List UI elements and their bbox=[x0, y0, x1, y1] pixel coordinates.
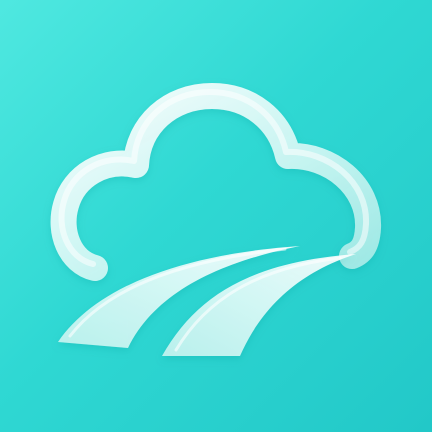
cloud-road-icon bbox=[50, 83, 381, 356]
app-icon[interactable] bbox=[0, 0, 432, 432]
cloud-shape bbox=[50, 83, 381, 281]
